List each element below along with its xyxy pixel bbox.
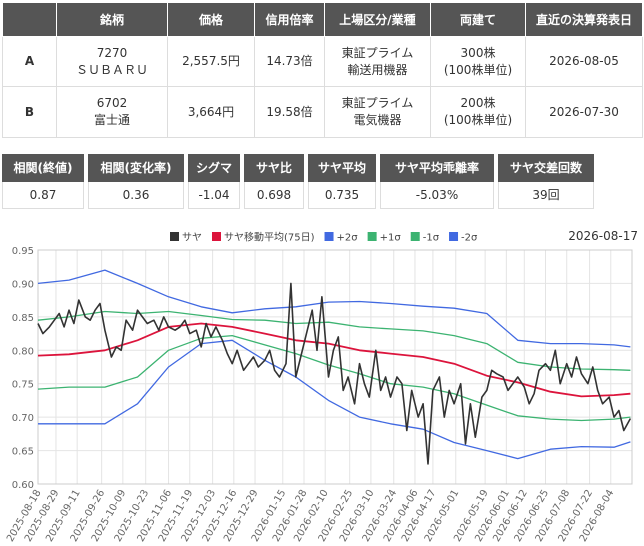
legend-swatch	[367, 232, 377, 241]
stock-name: 富士通	[93, 113, 130, 127]
y-tick-label: 0.70	[12, 413, 34, 424]
y-tick-label: 0.65	[12, 447, 34, 458]
stock-code: 7270	[96, 45, 128, 60]
shares-cell: 300株 (100株単位)	[430, 36, 526, 87]
stat-correlation-close: 相関(終値) 0.87	[2, 154, 84, 209]
pair-table: 銘柄 価格 信用倍率 上場区分/業種 両建て 直近の決算発表日 A 7270 Ｓ…	[2, 2, 643, 138]
stat-value: -5.03%	[380, 182, 494, 209]
row-label: B	[2, 86, 57, 138]
price-cell: 3,664円	[167, 86, 255, 138]
stat-spread-deviation: サヤ平均乖離率 -5.03%	[380, 154, 494, 209]
legend-swatch	[212, 232, 221, 241]
header-cell-earnings-date: 直近の決算発表日	[525, 2, 643, 37]
legend-swatch	[449, 232, 459, 241]
stat-label: サヤ平均乖離率	[380, 154, 494, 182]
header-cell-price: 価格	[167, 2, 255, 37]
y-tick-label: 0.60	[12, 480, 34, 491]
shares-unit: (100株単位)	[443, 62, 513, 77]
stat-label: サヤ平均	[308, 154, 376, 182]
legend-label: サヤ移動平均(75日)	[224, 231, 315, 244]
market-cell: 東証プライム 輸送用機器	[324, 36, 431, 87]
industry-name: 電気機器	[353, 113, 402, 127]
table-row: B 6702 富士通 3,664円 19.58倍 東証プライム 電気機器 200…	[2, 86, 643, 138]
header-cell-shares: 両建て	[430, 2, 526, 37]
series-line	[37, 322, 631, 398]
legend-label: -1σ	[423, 233, 440, 244]
legend-swatch	[410, 232, 420, 241]
legend-swatch	[324, 232, 334, 241]
stat-value: 0.735	[308, 182, 376, 209]
series-line	[37, 282, 632, 465]
stat-label: シグマ	[188, 154, 240, 182]
stat-spread-average: サヤ平均 0.735	[308, 154, 376, 209]
stat-spread-ratio: サヤ比 0.698	[244, 154, 304, 209]
stat-label: 相関(終値)	[2, 154, 84, 182]
stat-correlation-change: 相関(変化率) 0.36	[88, 154, 184, 209]
y-tick-label: 0.90	[12, 279, 34, 290]
legend-label: +1σ	[380, 233, 402, 244]
chart-date-label: 2026-08-17	[568, 229, 638, 243]
stats-row: 相関(終値) 0.87 相関(変化率) 0.36 シグマ -1.04 サヤ比 0…	[2, 154, 594, 209]
stock-code: 6702	[96, 96, 128, 110]
series-line	[38, 339, 631, 460]
legend-label: サヤ	[182, 232, 202, 244]
earnings-date-cell: 2026-07-30	[525, 86, 643, 138]
y-tick-label: 0.85	[12, 313, 34, 324]
stat-label: 相関(変化率)	[88, 154, 184, 182]
stock-cell[interactable]: 6702 富士通	[56, 86, 168, 138]
stock-cell[interactable]: 7270 ＳＵＢＡＲＵ	[56, 36, 168, 87]
stat-value: 39回	[498, 182, 594, 209]
stat-crossing-count: サヤ交差回数 39回	[498, 154, 594, 209]
margin-ratio-cell: 14.73倍	[254, 36, 325, 87]
y-tick-label: 0.75	[12, 380, 34, 391]
price-cell: 2,557.5円	[167, 36, 255, 87]
row-label: A	[2, 36, 57, 87]
stat-value: -1.04	[188, 182, 240, 209]
legend-swatch	[170, 232, 179, 241]
margin-ratio-cell: 19.58倍	[254, 86, 325, 138]
market-cell: 東証プライム 電気機器	[324, 86, 431, 138]
legend-label: -2σ	[461, 233, 478, 244]
shares-count: 200株	[460, 96, 496, 110]
stat-value: 0.698	[244, 182, 304, 209]
market-name: 東証プライム	[341, 45, 414, 60]
spread-chart: 0.60 0.65 0.70 0.75 0.80 0.85 0.90 0.95 2025-08-…	[0, 222, 644, 546]
market-name: 東証プライム	[341, 96, 414, 110]
header-cell-margin-ratio: 信用倍率	[254, 2, 325, 37]
pair-table-header: 銘柄 価格 信用倍率 上場区分/業種 両建て 直近の決算発表日	[2, 2, 643, 37]
header-cell-stock: 銘柄	[56, 2, 168, 37]
y-tick-label: 0.80	[12, 346, 34, 357]
stat-label: サヤ交差回数	[498, 154, 594, 182]
stat-label: サヤ比	[244, 154, 304, 182]
table-row: A 7270 ＳＵＢＡＲＵ 2,557.5円 14.73倍 東証プライム 輸送用…	[2, 36, 643, 87]
legend-label: +2σ	[337, 233, 359, 244]
shares-count: 300株	[460, 45, 496, 60]
spread-chart-svg: 0.600.650.700.750.800.850.900.952025-08-…	[5, 229, 638, 544]
stat-value: 0.36	[88, 182, 184, 209]
header-cell-label	[2, 2, 57, 37]
shares-unit: (100株単位)	[443, 113, 513, 127]
stock-name: ＳＵＢＡＲＵ	[75, 62, 148, 77]
shares-cell: 200株 (100株単位)	[430, 86, 526, 138]
stat-sigma: シグマ -1.04	[188, 154, 240, 209]
industry-name: 輸送用機器	[347, 62, 408, 77]
header-cell-market: 上場区分/業種	[324, 2, 431, 37]
series-line	[37, 269, 631, 348]
earnings-date-cell: 2026-08-05	[525, 36, 643, 87]
y-tick-label: 0.95	[12, 246, 34, 257]
stat-value: 0.87	[2, 182, 84, 209]
